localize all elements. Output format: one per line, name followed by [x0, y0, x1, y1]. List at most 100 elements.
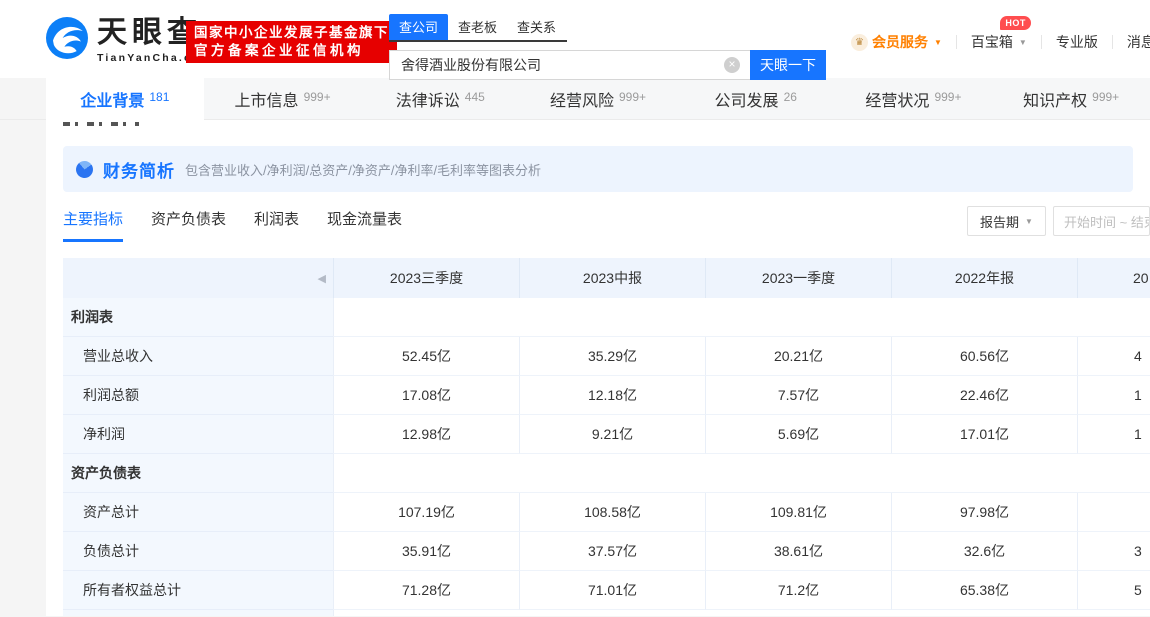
value-cell: 60.56亿: [891, 337, 1077, 376]
nav-tab-label: 公司发展: [715, 87, 779, 111]
search-type-tab[interactable]: 查公司: [389, 14, 448, 40]
value-cell: 37.57亿: [519, 532, 705, 571]
column-header: 2023三季度: [333, 258, 519, 298]
value-cell: 107.19亿: [333, 493, 519, 532]
value-cell: 4: [1077, 337, 1150, 376]
value-cell: 12.98亿: [333, 415, 519, 454]
site-header: 天眼查 TianYanCha.com 国家中小企业发展子基金旗下 官方备案企业征…: [0, 0, 1150, 78]
date-range-placeholder: 开始时间 ~ 结束时间: [1064, 212, 1150, 231]
value-cell: 32.6亿: [891, 532, 1077, 571]
search-type-tabs: 查公司查老板查关系: [389, 14, 567, 42]
report-period-select[interactable]: 报告期 ▼: [967, 206, 1046, 236]
nav-tab-count: 999+: [619, 90, 646, 104]
column-header: 2023中报: [519, 258, 705, 298]
search-input[interactable]: [389, 50, 750, 80]
table-row: 所有者权益总计71.28亿71.01亿71.2亿65.38亿5: [63, 571, 1150, 610]
prev-columns-arrow-icon[interactable]: ◀: [318, 272, 326, 285]
section-span-cell: [333, 610, 1150, 616]
nav-tab[interactable]: 法律诉讼 445: [361, 78, 519, 119]
nav-tab-count: 999+: [304, 90, 331, 104]
table-row: 营业总收入52.45亿35.29亿20.21亿60.56亿4: [63, 337, 1150, 376]
left-gutter: [0, 78, 46, 119]
certification-line2: 官方备案企业征信机构: [194, 42, 389, 60]
vip-services-menu[interactable]: ♛ 会员服务 ▼: [851, 32, 942, 52]
financial-table: ◀2023三季度2023中报2023一季度2022年报20利润表营业总收入52.…: [63, 258, 1150, 616]
clipped-text-remnant: [63, 122, 139, 126]
nav-tab-label: 经营状况: [865, 87, 929, 111]
table-row: 资产总计107.19亿108.58亿109.81亿97.98亿: [63, 493, 1150, 532]
value-cell: 52.45亿: [333, 337, 519, 376]
nav-tab[interactable]: 经营状况 999+: [835, 78, 993, 119]
nav-tab[interactable]: 知识产权999+: [992, 78, 1150, 119]
page-body: 财务简析 包含营业收入/净利润/总资产/净资产/净利率/毛利率等图表分析 主要指…: [0, 120, 1150, 616]
value-cell: 35.29亿: [519, 337, 705, 376]
message-center-link[interactable]: 消息中心: [1127, 32, 1150, 52]
company-nav-bar: 企业背景181上市信息999+ 法律诉讼 445 经营风险999+ 公司发展 26 经营状况…: [0, 78, 1150, 120]
header-right-menu: ♛ 会员服务 ▼ HOT 百宝箱 ▼ 专业版 消息中心: [851, 32, 1150, 52]
row-label: [63, 610, 333, 616]
search-type-tab[interactable]: 查老板: [448, 14, 507, 40]
menu-divider: [1041, 35, 1042, 49]
sub-tab[interactable]: 现金流量表: [327, 208, 402, 242]
chevron-down-icon: ▼: [934, 38, 942, 47]
value-cell: 1: [1077, 376, 1150, 415]
certification-line1: 国家中小企业发展子基金旗下: [194, 24, 389, 42]
toolbox-menu[interactable]: HOT 百宝箱 ▼: [971, 32, 1027, 52]
row-label: 净利润: [63, 415, 333, 454]
nav-tab-label: 法律诉讼: [396, 87, 460, 111]
value-cell: 71.01亿: [519, 571, 705, 610]
menu-divider: [1112, 35, 1113, 49]
value-cell: 3: [1077, 532, 1150, 571]
value-cell: 12.18亿: [519, 376, 705, 415]
nav-tab-count: 445: [465, 90, 485, 104]
finance-analysis-banner: 财务简析 包含营业收入/净利润/总资产/净资产/净利率/毛利率等图表分析: [63, 146, 1133, 192]
value-cell: 5.69亿: [705, 415, 891, 454]
nav-tab-label: 企业背景: [80, 87, 144, 111]
company-nav-tabs: 企业背景181上市信息999+ 法律诉讼 445 经营风险999+ 公司发展 26 经营状况…: [46, 78, 1150, 119]
table-filters: 报告期 ▼ 开始时间 ~ 结束时间: [967, 206, 1150, 236]
hot-badge: HOT: [1000, 16, 1031, 30]
section-label: 利润表: [63, 298, 333, 337]
row-label: 负债总计: [63, 532, 333, 571]
nav-tab[interactable]: 上市信息999+: [204, 78, 362, 119]
certification-badge: 国家中小企业发展子基金旗下 官方备案企业征信机构: [186, 21, 397, 63]
value-cell: 109.81亿: [705, 493, 891, 532]
value-cell: 17.01亿: [891, 415, 1077, 454]
report-period-label: 报告期: [980, 212, 1019, 231]
nav-tab[interactable]: 公司发展 26: [677, 78, 835, 119]
column-header: 20: [1077, 258, 1150, 298]
table-row: 资产负债表: [63, 454, 1150, 493]
search-button[interactable]: 天眼一下: [750, 50, 826, 80]
sub-tab[interactable]: 资产负债表: [151, 208, 226, 242]
sub-tab[interactable]: 主要指标: [63, 208, 123, 242]
pro-version-link[interactable]: 专业版: [1056, 32, 1098, 52]
date-range-input[interactable]: 开始时间 ~ 结束时间: [1053, 206, 1150, 236]
content-card: 财务简析 包含营业收入/净利润/总资产/净资产/净利率/毛利率等图表分析 主要指…: [46, 120, 1150, 616]
nav-tab[interactable]: 企业背景181: [46, 78, 204, 119]
search-input-wrap: ×: [389, 50, 750, 80]
crown-icon: ♛: [851, 34, 868, 51]
nav-tab-count: 999+: [934, 90, 961, 104]
search-type-tab[interactable]: 查关系: [507, 14, 566, 40]
toolbox-label: 百宝箱: [971, 32, 1013, 52]
row-label: 利润总额: [63, 376, 333, 415]
value-cell: 20.21亿: [705, 337, 891, 376]
value-cell: 9.21亿: [519, 415, 705, 454]
clear-icon[interactable]: ×: [724, 57, 740, 73]
search-block: 查公司查老板查关系 × 天眼一下: [389, 14, 826, 80]
chevron-down-icon: ▼: [1025, 217, 1033, 226]
value-cell: 1: [1077, 415, 1150, 454]
tianyancha-logo-icon: [46, 17, 88, 64]
nav-tab[interactable]: 经营风险999+: [519, 78, 677, 119]
table-row-partial: [63, 610, 1150, 616]
section-label: 资产负债表: [63, 454, 333, 493]
value-cell: [1077, 493, 1150, 532]
sub-tab[interactable]: 利润表: [254, 208, 299, 242]
section-title: 财务简析: [103, 157, 175, 182]
table-row: 净利润12.98亿9.21亿5.69亿17.01亿1: [63, 415, 1150, 454]
nav-tab-count: 26: [784, 90, 797, 104]
row-label: 营业总收入: [63, 337, 333, 376]
value-cell: 97.98亿: [891, 493, 1077, 532]
menu-divider: [956, 35, 957, 49]
table-row: 利润总额17.08亿12.18亿7.57亿22.46亿1: [63, 376, 1150, 415]
